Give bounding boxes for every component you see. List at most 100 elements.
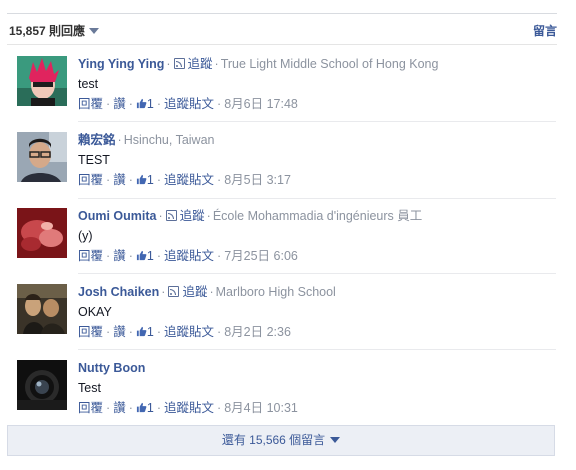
comment-item: Ying Ying Ying · 追蹤 · True Light Middle Scho… <box>17 56 557 128</box>
comment-item: Josh Chaiken · 追蹤 · Marlboro High School OKA… <box>17 284 557 356</box>
like-count-value: 1 <box>146 249 154 263</box>
separator: · <box>117 133 122 147</box>
commenter-name[interactable]: Ying Ying Ying <box>78 57 164 71</box>
comment-text: Test <box>78 381 101 395</box>
like-count[interactable]: 1 <box>136 401 154 415</box>
thumbs-up-icon <box>136 98 147 109</box>
thumbs-up-icon <box>136 326 147 337</box>
follow-post-link[interactable]: 追蹤貼文 <box>164 97 214 111</box>
follow-post-link[interactable]: 追蹤貼文 <box>164 173 214 187</box>
comment-text: OKAY <box>78 305 112 319</box>
timestamp[interactable]: 8月6日 17:48 <box>224 97 298 111</box>
separator: · <box>106 401 111 415</box>
post-comment-link[interactable]: 留言 <box>533 22 557 39</box>
comment-divider <box>78 198 556 199</box>
separator: · <box>128 325 133 339</box>
like-count-value: 1 <box>146 401 154 415</box>
load-more-comments-button[interactable]: 還有 15,566 個留言 <box>7 425 555 456</box>
separator: · <box>128 249 133 263</box>
separator: · <box>214 57 219 71</box>
comment-text: TEST <box>78 153 110 167</box>
timestamp[interactable]: 8月2日 2:36 <box>224 325 291 339</box>
like-link[interactable]: 讚 <box>113 249 126 263</box>
follow-post-link[interactable]: 追蹤貼文 <box>164 325 214 339</box>
comments-plugin: 15,857 則回應 留言 Ying Ying Ying · 追蹤 · True Lig… <box>0 0 576 470</box>
rss-icon <box>165 210 177 221</box>
separator: · <box>166 57 171 71</box>
avatar[interactable] <box>17 56 67 106</box>
comment-item: Nutty Boon Test 回覆 · 讚 · 1 · 追蹤貼文 · 8月4日 10:31 <box>17 360 557 432</box>
timestamp[interactable]: 8月5日 3:17 <box>224 173 291 187</box>
separator: · <box>156 173 161 187</box>
follow-link[interactable]: 追蹤 <box>188 57 213 71</box>
rss-icon <box>168 286 180 297</box>
separator: · <box>156 249 161 263</box>
like-count[interactable]: 1 <box>136 249 154 263</box>
commenter-affiliation: Marlboro High School <box>215 285 336 299</box>
follow-link[interactable]: 追蹤 <box>180 209 205 223</box>
rss-icon <box>173 58 185 69</box>
separator: · <box>128 173 133 187</box>
comment-divider <box>78 273 556 274</box>
separator: · <box>156 401 161 415</box>
separator: · <box>209 285 214 299</box>
separator: · <box>156 325 161 339</box>
like-count-value: 1 <box>146 325 154 339</box>
like-count[interactable]: 1 <box>136 173 154 187</box>
reply-link[interactable]: 回覆 <box>78 325 103 339</box>
caret-down-icon <box>89 28 100 34</box>
commenter-name[interactable]: Josh Chaiken <box>78 285 159 299</box>
separator: · <box>158 209 163 223</box>
separator: · <box>206 209 211 223</box>
separator: · <box>217 401 222 415</box>
timestamp[interactable]: 7月25日 6:06 <box>224 249 298 263</box>
comment-count-dropdown[interactable]: 15,857 則回應 <box>9 22 100 39</box>
comment-divider <box>78 121 556 122</box>
separator: · <box>161 285 166 299</box>
commenter-affiliation: True Light Middle School of Hong Kong <box>220 57 439 71</box>
reply-link[interactable]: 回覆 <box>78 173 103 187</box>
separator: · <box>217 325 222 339</box>
commenter-affiliation: École Mohammadia d'ingénieurs 員工 <box>212 209 423 223</box>
reply-link[interactable]: 回覆 <box>78 401 103 415</box>
like-count[interactable]: 1 <box>136 325 154 339</box>
comment-count: 15,857 則回應 <box>9 24 86 38</box>
separator: · <box>128 401 133 415</box>
like-count-value: 1 <box>146 173 154 187</box>
like-link[interactable]: 讚 <box>113 325 126 339</box>
header-divider <box>7 44 557 45</box>
comment-divider <box>78 349 556 350</box>
follow-link[interactable]: 追蹤 <box>182 285 207 299</box>
commenter-name[interactable]: Nutty Boon <box>78 361 145 375</box>
like-link[interactable]: 讚 <box>113 173 126 187</box>
separator: · <box>106 325 111 339</box>
commenter-name[interactable]: Oumi Oumita <box>78 209 156 223</box>
like-link[interactable]: 讚 <box>113 401 126 415</box>
thumbs-up-icon <box>136 402 147 413</box>
avatar[interactable] <box>17 208 67 258</box>
like-count[interactable]: 1 <box>136 97 154 111</box>
separator: · <box>128 97 133 111</box>
like-count-value: 1 <box>146 97 154 111</box>
like-link[interactable]: 讚 <box>113 97 126 111</box>
caret-down-icon <box>330 437 341 443</box>
separator: · <box>217 173 222 187</box>
comment-item: Oumi Oumita · 追蹤 · École Mohammadia d'ingéni… <box>17 208 557 280</box>
separator: · <box>106 173 111 187</box>
reply-link[interactable]: 回覆 <box>78 97 103 111</box>
avatar[interactable] <box>17 360 67 410</box>
timestamp[interactable]: 8月4日 10:31 <box>224 401 298 415</box>
separator: · <box>156 97 161 111</box>
separator: · <box>217 97 222 111</box>
separator: · <box>217 249 222 263</box>
thumbs-up-icon <box>136 250 147 261</box>
avatar[interactable] <box>17 132 67 182</box>
separator: · <box>106 97 111 111</box>
follow-post-link[interactable]: 追蹤貼文 <box>164 249 214 263</box>
follow-post-link[interactable]: 追蹤貼文 <box>164 401 214 415</box>
reply-link[interactable]: 回覆 <box>78 249 103 263</box>
comment-text: test <box>78 77 99 91</box>
commenter-name[interactable]: 賴宏銘 <box>78 133 116 147</box>
separator: · <box>106 249 111 263</box>
avatar[interactable] <box>17 284 67 334</box>
